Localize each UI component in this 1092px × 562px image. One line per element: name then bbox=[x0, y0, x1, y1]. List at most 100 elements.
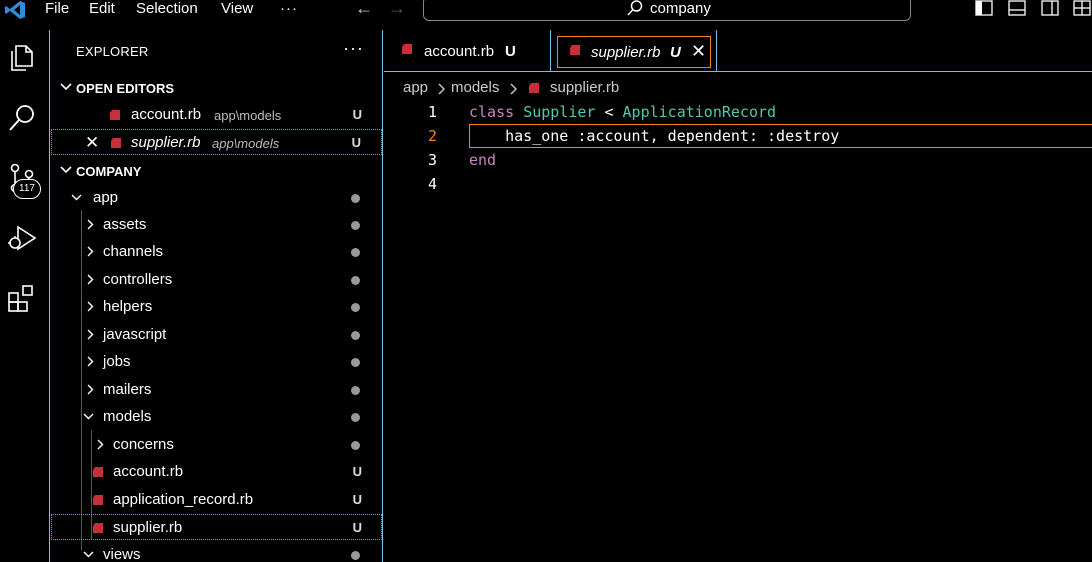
ruby-file-icon bbox=[529, 83, 539, 93]
tree-item-label: assets bbox=[103, 216, 147, 233]
modified-dot bbox=[351, 551, 360, 560]
breadcrumb-models[interactable]: models bbox=[451, 79, 499, 96]
tree-item-label: jobs bbox=[103, 353, 131, 370]
tree-folder-app[interactable]: app bbox=[51, 185, 382, 211]
tab-account-rb[interactable]: account.rb U bbox=[384, 30, 549, 72]
tree-item-label: mailers bbox=[103, 381, 152, 398]
tree-folder-concerns[interactable]: concerns bbox=[51, 432, 382, 458]
modified-dot bbox=[351, 413, 360, 422]
tab-status: U bbox=[670, 44, 681, 61]
tab-supplier-rb-active[interactable]: supplier.rb U ✕ bbox=[557, 36, 711, 68]
menu-file[interactable]: File bbox=[45, 0, 69, 20]
search-icon bbox=[627, 0, 643, 16]
chevron-right-icon bbox=[97, 439, 104, 450]
ruby-file-icon bbox=[110, 110, 120, 120]
chevron-right-icon bbox=[87, 274, 94, 285]
explorer-icon[interactable] bbox=[6, 42, 38, 74]
breadcrumb-file[interactable]: supplier.rb bbox=[550, 79, 619, 96]
tree-item-label: application_record.rb bbox=[113, 491, 254, 508]
back-arrow-icon[interactable]: ← bbox=[355, 0, 373, 19]
ruby-file-icon bbox=[402, 44, 412, 54]
source-control-badge: 117 bbox=[13, 179, 41, 199]
git-status-untracked: U bbox=[352, 107, 362, 122]
chevron-right-icon bbox=[87, 301, 94, 312]
tree-folder-helpers[interactable]: helpers bbox=[51, 294, 382, 320]
tab-separator bbox=[716, 30, 717, 72]
chevron-down-icon bbox=[83, 413, 94, 420]
chevron-right-icon bbox=[87, 384, 94, 395]
ruby-file-icon bbox=[93, 523, 103, 533]
tab-label: account.rb bbox=[424, 43, 495, 60]
explorer-sidebar: EXPLORER ··· OPEN EDITORS account.rb app… bbox=[51, 30, 383, 562]
open-editors-header[interactable]: OPEN EDITORS bbox=[51, 78, 383, 100]
open-editor-item-active[interactable]: ✕ supplier.rb app\models U bbox=[51, 129, 382, 155]
modified-dot bbox=[351, 276, 360, 285]
git-status-untracked: U bbox=[352, 492, 362, 507]
menu-more[interactable]: ··· bbox=[280, 0, 298, 20]
project-folder-label: COMPANY bbox=[76, 164, 142, 179]
tree-folder-controllers[interactable]: controllers bbox=[51, 267, 382, 293]
line-number: 1 bbox=[427, 103, 437, 121]
chevron-right-icon bbox=[438, 83, 445, 95]
code-line-3[interactable]: end bbox=[469, 151, 496, 169]
modified-dot bbox=[351, 331, 360, 340]
modified-dot bbox=[351, 221, 360, 230]
search-icon[interactable] bbox=[6, 102, 38, 134]
close-icon[interactable]: ✕ bbox=[85, 133, 99, 153]
tree-folder-channels[interactable]: channels bbox=[51, 239, 382, 265]
modified-dot bbox=[351, 386, 360, 395]
toggle-panel-icon[interactable] bbox=[1008, 0, 1026, 16]
explorer-more-actions[interactable]: ··· bbox=[343, 38, 364, 59]
code-line-1[interactable]: class Supplier < ApplicationRecord bbox=[469, 103, 776, 121]
git-status-untracked: U bbox=[352, 464, 362, 479]
ruby-file-icon bbox=[570, 45, 580, 55]
breadcrumb-app[interactable]: app bbox=[403, 79, 428, 96]
command-center-search[interactable]: company bbox=[423, 0, 911, 21]
tree-item-label: javascript bbox=[103, 326, 167, 343]
tab-label: supplier.rb bbox=[591, 44, 661, 61]
close-icon[interactable]: ✕ bbox=[691, 41, 706, 62]
activity-bar: 117 bbox=[0, 30, 50, 562]
tree-folder-views[interactable]: views bbox=[51, 542, 382, 562]
tree-folder-models[interactable]: models bbox=[51, 404, 382, 430]
customize-layout-icon[interactable] bbox=[1073, 0, 1091, 16]
code-operator: < bbox=[604, 103, 614, 121]
open-editor-name: supplier.rb bbox=[131, 134, 201, 151]
code-line-2[interactable]: has_one :account, dependent: :destroy bbox=[469, 127, 839, 145]
tree-folder-assets[interactable]: assets bbox=[51, 212, 382, 238]
chevron-down-icon bbox=[60, 83, 72, 91]
chevron-right-icon bbox=[87, 219, 94, 230]
menu-selection[interactable]: Selection bbox=[136, 0, 198, 20]
git-status-untracked: U bbox=[352, 520, 362, 535]
explorer-title: EXPLORER bbox=[76, 44, 149, 59]
ruby-file-icon bbox=[93, 467, 103, 477]
toggle-secondary-sidebar-icon[interactable] bbox=[1041, 0, 1059, 16]
project-folder-header[interactable]: COMPANY bbox=[51, 161, 383, 183]
toggle-primary-sidebar-icon[interactable] bbox=[975, 0, 993, 16]
tree-folder-mailers[interactable]: mailers bbox=[51, 377, 382, 403]
tree-item-label: account.rb bbox=[113, 463, 184, 480]
extensions-icon[interactable] bbox=[6, 282, 38, 314]
menu-edit[interactable]: Edit bbox=[89, 0, 115, 20]
tree-file-account[interactable]: account.rb U bbox=[51, 459, 382, 485]
menu-view[interactable]: View bbox=[221, 0, 253, 20]
run-debug-icon[interactable] bbox=[6, 222, 38, 254]
code-class-name: ApplicationRecord bbox=[622, 103, 777, 121]
open-editor-path: app\models bbox=[214, 108, 282, 123]
tab-status: U bbox=[505, 43, 516, 60]
open-editor-item[interactable]: account.rb app\models U bbox=[51, 102, 382, 128]
tree-file-supplier-selected[interactable]: supplier.rb U bbox=[51, 514, 382, 540]
open-editor-path: app\models bbox=[212, 136, 280, 151]
vscode-logo-icon bbox=[5, 1, 25, 19]
forward-arrow-icon[interactable]: → bbox=[388, 0, 406, 19]
modified-dot bbox=[351, 194, 360, 203]
ruby-file-icon bbox=[93, 495, 103, 505]
tree-folder-jobs[interactable]: jobs bbox=[51, 349, 382, 375]
tree-file-application-record[interactable]: application_record.rb U bbox=[51, 487, 382, 513]
chevron-down-icon bbox=[60, 166, 72, 174]
tree-item-label: channels bbox=[103, 243, 164, 260]
tab-separator bbox=[550, 30, 551, 72]
modified-dot bbox=[351, 441, 360, 450]
search-text: company bbox=[650, 0, 711, 17]
tree-folder-javascript[interactable]: javascript bbox=[51, 322, 382, 348]
